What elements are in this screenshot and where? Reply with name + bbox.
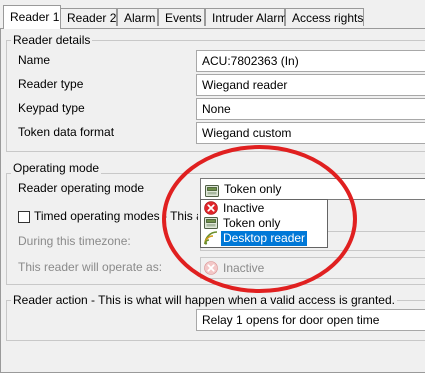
name-label: Name bbox=[18, 53, 51, 67]
reader-operating-mode-label: Reader operating mode bbox=[18, 181, 145, 195]
tab-reader-1[interactable]: Reader 1 bbox=[3, 5, 61, 29]
tab-intruder-alarm[interactable]: Intruder Alarm bbox=[205, 8, 287, 26]
dropdown-option-inactive[interactable]: Inactive bbox=[201, 201, 327, 216]
reader-action-field[interactable]: Relay 1 opens for door open time bbox=[196, 309, 425, 331]
reader-type-field[interactable]: Wiegand reader bbox=[196, 74, 425, 96]
dropdown-option-label: Desktop reader bbox=[221, 231, 308, 246]
keypad-type-field[interactable]: None bbox=[196, 98, 425, 120]
reader-will-operate-as-label: This reader will operate as: bbox=[18, 260, 163, 274]
tab-access-rights[interactable]: Access rights bbox=[285, 8, 364, 26]
during-timezone-label: During this timezone: bbox=[18, 234, 131, 248]
tab-events[interactable]: Events bbox=[158, 8, 205, 26]
tab-alarm[interactable]: Alarm bbox=[117, 8, 158, 26]
token-data-format-label: Token data format bbox=[18, 125, 115, 139]
tab-reader-2[interactable]: Reader 2 bbox=[60, 8, 117, 26]
keypad-type-label: Keypad type bbox=[18, 101, 85, 115]
desktop-reader-icon bbox=[204, 231, 219, 249]
tab-strip: Reader 1 Reader 2 Alarm Events Intruder … bbox=[0, 0, 425, 29]
dropdown-option-token-only[interactable]: Token only bbox=[201, 216, 327, 231]
operating-mode-dropdown[interactable]: Inactive Token only Desktop reader bbox=[200, 199, 328, 248]
reader-operating-mode-value: Token only bbox=[224, 182, 282, 196]
name-field[interactable]: ACU:7802363 (In) bbox=[196, 50, 425, 72]
operating-mode-legend: Operating mode bbox=[11, 161, 102, 175]
timed-operating-modes-checkbox[interactable] bbox=[18, 211, 30, 223]
dropdown-option-label: Token only bbox=[223, 216, 281, 230]
dropdown-option-desktop-reader[interactable]: Desktop reader bbox=[201, 231, 327, 246]
dropdown-option-label: Inactive bbox=[223, 201, 265, 215]
reader-operating-mode-select[interactable]: Token only bbox=[200, 178, 425, 200]
reader-details-legend: Reader details bbox=[11, 33, 93, 47]
reader-type-label: Reader type bbox=[18, 77, 84, 91]
timed-operating-modes-label: Timed operating modes - This allow bbox=[34, 209, 198, 223]
token-data-format-field[interactable]: Wiegand custom bbox=[196, 122, 425, 144]
reader-action-legend: Reader action - This is what will happen… bbox=[11, 293, 397, 307]
operate-as-select[interactable]: Inactive bbox=[200, 257, 425, 279]
operate-as-value: Inactive bbox=[223, 261, 265, 275]
inactive-icon bbox=[204, 261, 218, 278]
